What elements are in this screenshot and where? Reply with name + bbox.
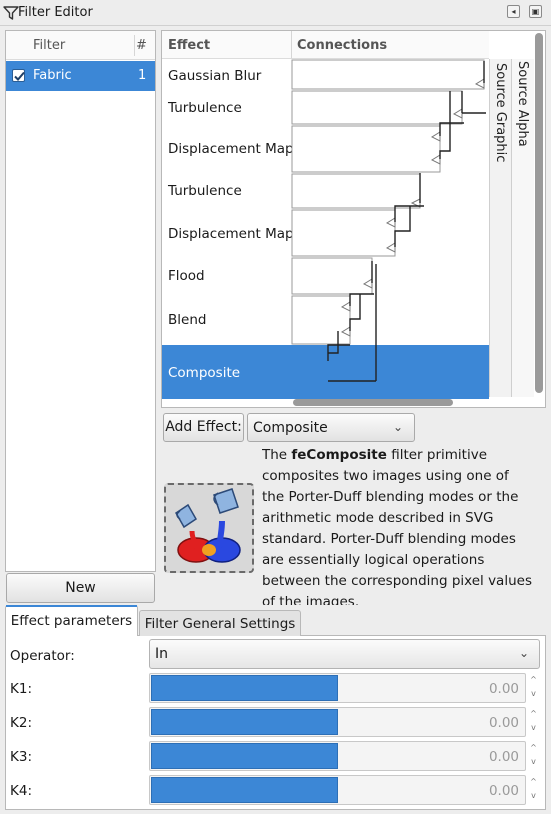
- title-bar: Filter Editor ◂ ▣: [0, 0, 551, 26]
- effect-type-select[interactable]: Composite ⌄: [247, 413, 415, 442]
- effect-description: The feComposite filter primitive composi…: [262, 445, 532, 605]
- tab-effect-parameters[interactable]: Effect parameters: [5, 605, 138, 636]
- connections-graph: [291, 59, 486, 382]
- connection-box: [291, 59, 485, 90]
- connection-box: [291, 209, 396, 257]
- source-graphic-column[interactable]: Source Graphic: [489, 59, 512, 397]
- filter-list: Filter # Fabric 1: [5, 30, 156, 572]
- filter-enabled-checkbox[interactable]: [12, 69, 25, 82]
- k1-slider-fill: [151, 675, 338, 701]
- chevron-down-icon: ⌄: [393, 420, 404, 434]
- connection-box: [291, 90, 463, 125]
- tab-effect-parameters-label: Effect parameters: [10, 613, 133, 629]
- k4-slider[interactable]: 0.00: [149, 775, 526, 805]
- k4-spin-buttons[interactable]: ^ v: [527, 775, 540, 805]
- operator-value: In: [155, 646, 169, 662]
- k4-label: K4:: [10, 783, 32, 799]
- new-filter-button[interactable]: New: [6, 573, 155, 603]
- effects-list: Effect Connections Gaussian Blur Turbule…: [161, 30, 546, 408]
- k2-label: K2:: [10, 715, 32, 731]
- description-effect-name: feComposite: [291, 447, 387, 463]
- k2-slider[interactable]: 0.00: [149, 707, 526, 737]
- filter-row-fabric[interactable]: Fabric 1: [6, 61, 155, 91]
- description-prefix: The: [262, 447, 292, 463]
- k1-spin-buttons[interactable]: ^ v: [527, 673, 540, 703]
- k2-slider-fill: [151, 709, 338, 735]
- description-body: filter primitive composites two images u…: [262, 447, 532, 605]
- source-alpha-column[interactable]: Source Alpha: [512, 59, 534, 397]
- connection-box: [291, 295, 351, 345]
- source-alpha-label: Source Alpha: [515, 61, 530, 147]
- connection-box: [291, 173, 421, 209]
- composite-illustration: [175, 488, 241, 563]
- close-button[interactable]: ▣: [529, 5, 542, 18]
- filter-funnel-icon: [3, 6, 19, 20]
- column-separator: [134, 35, 135, 56]
- active-tab-indicator: [6, 605, 137, 607]
- k4-slider-fill: [151, 777, 338, 803]
- operator-select[interactable]: In ⌄: [149, 639, 540, 669]
- connection-box: [291, 125, 441, 173]
- k3-label: K3:: [10, 749, 32, 765]
- connection-box: [291, 257, 373, 295]
- chevron-down-icon: ⌄: [519, 646, 530, 660]
- k1-label: K1:: [10, 681, 32, 697]
- tab-filter-general-settings[interactable]: Filter General Settings: [139, 610, 301, 636]
- k1-value: 0.00: [488, 681, 519, 697]
- operator-label: Operator:: [10, 648, 75, 664]
- k2-value: 0.00: [488, 715, 519, 731]
- filter-name: Fabric: [33, 68, 72, 83]
- k3-value: 0.00: [488, 749, 519, 765]
- k3-slider-fill: [151, 743, 338, 769]
- source-graphic-label: Source Graphic: [493, 63, 508, 163]
- filter-list-header: Filter #: [6, 31, 155, 60]
- add-effect-button[interactable]: Add Effect:: [163, 413, 244, 442]
- k3-slider[interactable]: 0.00: [149, 741, 526, 771]
- window-title: Filter Editor: [18, 5, 93, 20]
- effect-type-value: Composite: [253, 420, 328, 436]
- filter-column-header[interactable]: Filter: [33, 38, 65, 53]
- k1-slider[interactable]: 0.00: [149, 673, 526, 703]
- checkmark-icon: [14, 71, 25, 81]
- vertical-scrollbar[interactable]: [535, 33, 543, 393]
- horizontal-scrollbar[interactable]: [293, 399, 453, 406]
- k4-value: 0.00: [488, 783, 519, 799]
- restore-button[interactable]: ◂: [507, 5, 520, 18]
- k2-spin-buttons[interactable]: ^ v: [527, 707, 540, 737]
- composite-paint-buckets-icon: [164, 483, 254, 573]
- filter-count: 1: [138, 68, 147, 83]
- k3-spin-buttons[interactable]: ^ v: [527, 741, 540, 771]
- count-column-header[interactable]: #: [136, 38, 147, 53]
